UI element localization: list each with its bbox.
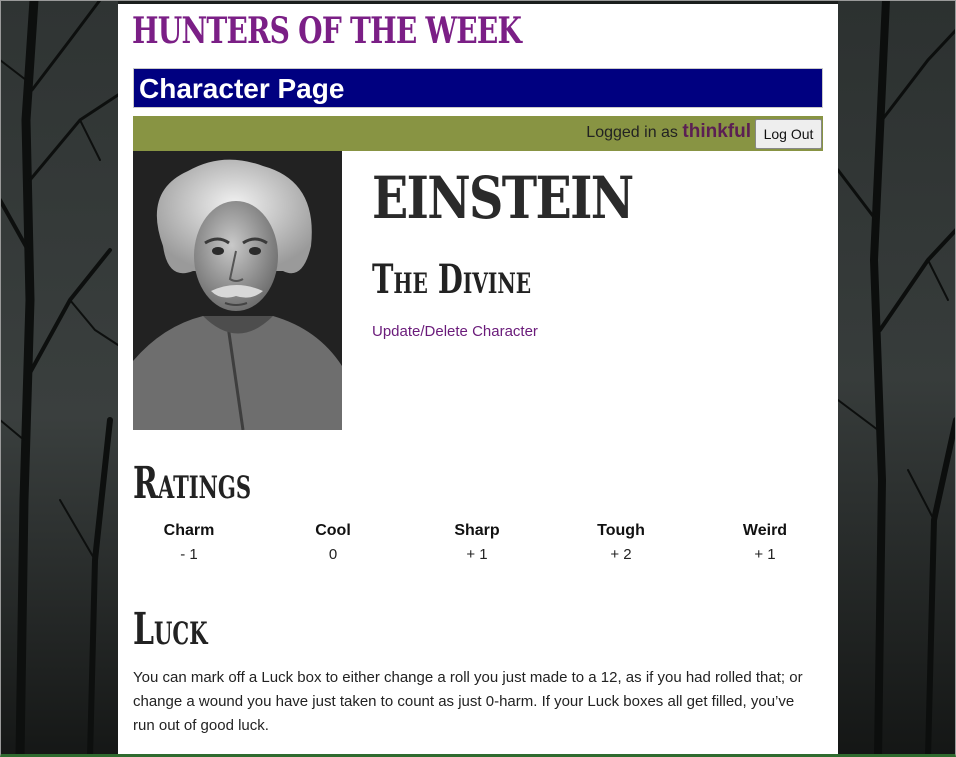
rating-sharp: Sharp + 1 bbox=[417, 522, 537, 563]
rating-tough: Tough + 2 bbox=[561, 522, 681, 563]
character-portrait bbox=[133, 151, 342, 430]
luck-heading: Luck bbox=[133, 604, 208, 655]
character-playbook: The Divine bbox=[372, 256, 532, 303]
login-status: Logged in as thinkful bbox=[586, 121, 751, 143]
ratings-table: Charm - 1 Cool 0 Sharp + 1 Tough + 2 Wei… bbox=[118, 522, 838, 572]
page-title: Character Page bbox=[139, 73, 345, 104]
rating-value: + 1 bbox=[754, 546, 776, 563]
logout-button[interactable]: Log Out bbox=[755, 119, 822, 149]
ratings-heading: Ratings bbox=[133, 458, 252, 509]
character-name: Einstein bbox=[372, 164, 634, 232]
page-header: Character Page bbox=[133, 68, 823, 108]
luck-description: You can mark off a Luck box to either ch… bbox=[133, 669, 803, 734]
rating-value: + 1 bbox=[466, 546, 488, 563]
rating-value: 0 bbox=[328, 546, 338, 563]
main-content: Hunters of the Week Character Page Logge… bbox=[118, 4, 838, 757]
login-status-bar: Logged in as thinkful Log Out bbox=[133, 116, 823, 151]
site-title: Hunters of the Week bbox=[132, 10, 522, 52]
rating-value: - 1 bbox=[180, 546, 198, 563]
rating-label: Weird bbox=[742, 522, 788, 539]
rating-weird: Weird + 1 bbox=[705, 522, 825, 563]
rating-label: Sharp bbox=[454, 522, 500, 539]
rating-value: + 2 bbox=[610, 546, 632, 563]
rating-charm: Charm - 1 bbox=[129, 522, 249, 563]
rating-label: Charm bbox=[163, 522, 215, 539]
update-delete-character-link[interactable]: Update/Delete Character bbox=[372, 323, 538, 340]
rating-label: Cool bbox=[315, 522, 351, 539]
username: thinkful bbox=[682, 121, 751, 142]
background-forest-left bbox=[0, 0, 118, 757]
background-forest-right bbox=[838, 0, 956, 757]
rating-label: Tough bbox=[597, 522, 645, 539]
logged-in-prefix: Logged in as bbox=[586, 124, 678, 141]
rating-cool: Cool 0 bbox=[273, 522, 393, 563]
